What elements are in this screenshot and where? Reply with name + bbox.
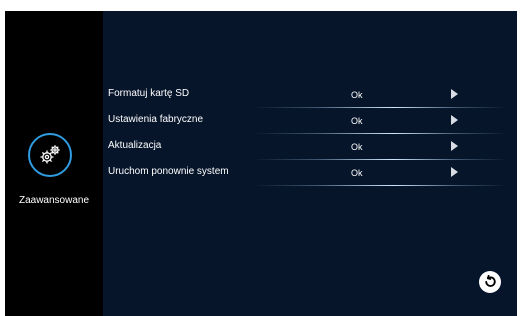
play-arrow-icon[interactable]: [451, 167, 458, 177]
play-arrow-icon[interactable]: [451, 115, 458, 125]
row-value[interactable]: Ok: [351, 116, 363, 126]
device-screen: Zaawansowane Formatuj kartę SD Ok Ustawi…: [5, 11, 517, 316]
back-arrow-icon: [485, 275, 496, 287]
category-label: Zaawansowane: [18, 195, 90, 206]
row-value[interactable]: Ok: [351, 168, 363, 178]
row-value[interactable]: Ok: [351, 90, 363, 100]
menu-row-update[interactable]: Aktualizacja Ok: [103, 134, 517, 160]
row-label: Aktualizacja: [108, 140, 162, 151]
row-value[interactable]: Ok: [351, 142, 363, 152]
row-label: Formatuj kartę SD: [108, 88, 190, 99]
row-label: Ustawienia fabryczne: [108, 114, 204, 125]
row-separator: [253, 185, 508, 186]
row-label: Uruchom ponownie system: [108, 166, 229, 177]
sidebar: Zaawansowane: [5, 11, 103, 316]
play-arrow-icon[interactable]: [451, 89, 458, 99]
menu-row-format-sd[interactable]: Formatuj kartę SD Ok: [103, 82, 517, 108]
back-button[interactable]: [479, 271, 501, 293]
menu-row-restart-system[interactable]: Uruchom ponownie system Ok: [103, 160, 517, 186]
play-arrow-icon[interactable]: [451, 141, 458, 151]
menu-row-factory-settings[interactable]: Ustawienia fabryczne Ok: [103, 108, 517, 134]
gears-icon[interactable]: [28, 133, 72, 177]
